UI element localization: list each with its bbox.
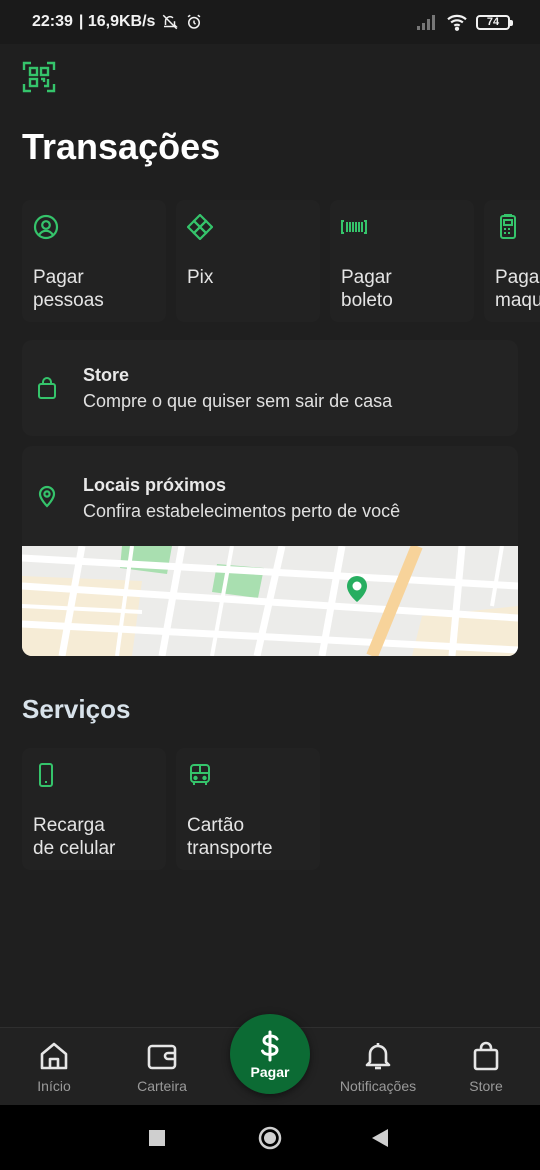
person-circle-icon	[33, 214, 59, 240]
nav-notifications-label: Notificações	[339, 1078, 417, 1094]
system-navigation-bar	[0, 1105, 540, 1170]
pix-card[interactable]: Pix	[176, 200, 320, 322]
pix-icon	[186, 213, 214, 241]
pay-label: Pagar	[250, 1064, 290, 1080]
nav-store[interactable]: Store	[436, 1028, 536, 1106]
pay-boleto-card[interactable]: Pagar boleto	[330, 200, 474, 322]
pay-button[interactable]: Pagar	[230, 1014, 310, 1094]
pay-machine-label: Paga maqu	[495, 267, 540, 311]
status-bar: 22:39 | 16,9KB/s 74	[0, 0, 540, 44]
alarm-icon	[188, 14, 201, 29]
pay-people-label: Pagar pessoas	[33, 267, 104, 311]
pix-label: Pix	[187, 267, 214, 288]
nearby-title: Locais próximos	[83, 475, 227, 495]
qr-code-scanner-icon[interactable]	[22, 60, 56, 94]
network-speed: | 16,9KB/s	[78, 13, 156, 30]
shopping-bag-icon	[473, 1041, 499, 1071]
battery-indicator: 74	[476, 14, 513, 30]
nav-home-label: Início	[37, 1078, 71, 1094]
nav-home[interactable]: Início	[4, 1028, 104, 1106]
transport-card-label: Cartão transporte	[187, 815, 273, 859]
home-icon	[40, 1042, 68, 1070]
bus-icon	[190, 764, 210, 785]
nearby-map[interactable]	[22, 546, 518, 656]
pay-boleto-label: Pagar boleto	[341, 267, 393, 311]
phone-icon	[39, 763, 53, 787]
nav-wallet-label: Carteira	[137, 1078, 187, 1094]
nav-wallet[interactable]: Carteira	[112, 1028, 212, 1106]
barcode-icon	[341, 220, 367, 234]
battery-level: 74	[486, 16, 500, 28]
pay-machine-card[interactable]: Paga maqu	[484, 200, 540, 322]
page-title: Transações	[22, 126, 221, 167]
nearby-subtitle: Confira estabelecimentos perto de você	[83, 501, 401, 521]
back-triangle-icon[interactable]	[372, 1129, 388, 1147]
signal-icon	[417, 15, 435, 30]
pay-people-card[interactable]: Pagar pessoas	[22, 200, 166, 322]
muted-bell-icon	[163, 14, 179, 30]
dollar-icon	[261, 1030, 279, 1062]
phone-recharge-card[interactable]: Recarga de celular	[22, 748, 166, 870]
recent-apps-icon[interactable]	[149, 1130, 165, 1146]
services-title: Serviços	[22, 694, 131, 724]
store-subtitle: Compre o que quiser sem sair de casa	[83, 391, 393, 411]
wifi-icon	[447, 14, 467, 31]
transactions-carousel[interactable]: Pagar pessoas Pix Pagar boleto Paga maqu	[22, 200, 540, 322]
nearby-places-card[interactable]: Locais próximos Confira estabelecimentos…	[22, 446, 518, 656]
transport-card-card[interactable]: Cartão transporte	[176, 748, 320, 870]
store-title: Store	[83, 365, 130, 385]
phone-recharge-label: Recarga de celular	[33, 815, 116, 859]
bell-icon	[365, 1043, 391, 1070]
home-circle-icon[interactable]	[258, 1126, 282, 1150]
card-machine-icon	[500, 213, 516, 239]
wallet-icon	[147, 1044, 177, 1070]
nav-notifications[interactable]: Notificações	[328, 1028, 428, 1106]
location-pin-icon	[38, 485, 56, 508]
shopping-bag-icon	[38, 377, 56, 399]
clock: 22:39	[32, 13, 73, 30]
store-card[interactable]: Store Compre o que quiser sem sair de ca…	[22, 340, 518, 436]
nav-store-label: Store	[469, 1078, 503, 1094]
